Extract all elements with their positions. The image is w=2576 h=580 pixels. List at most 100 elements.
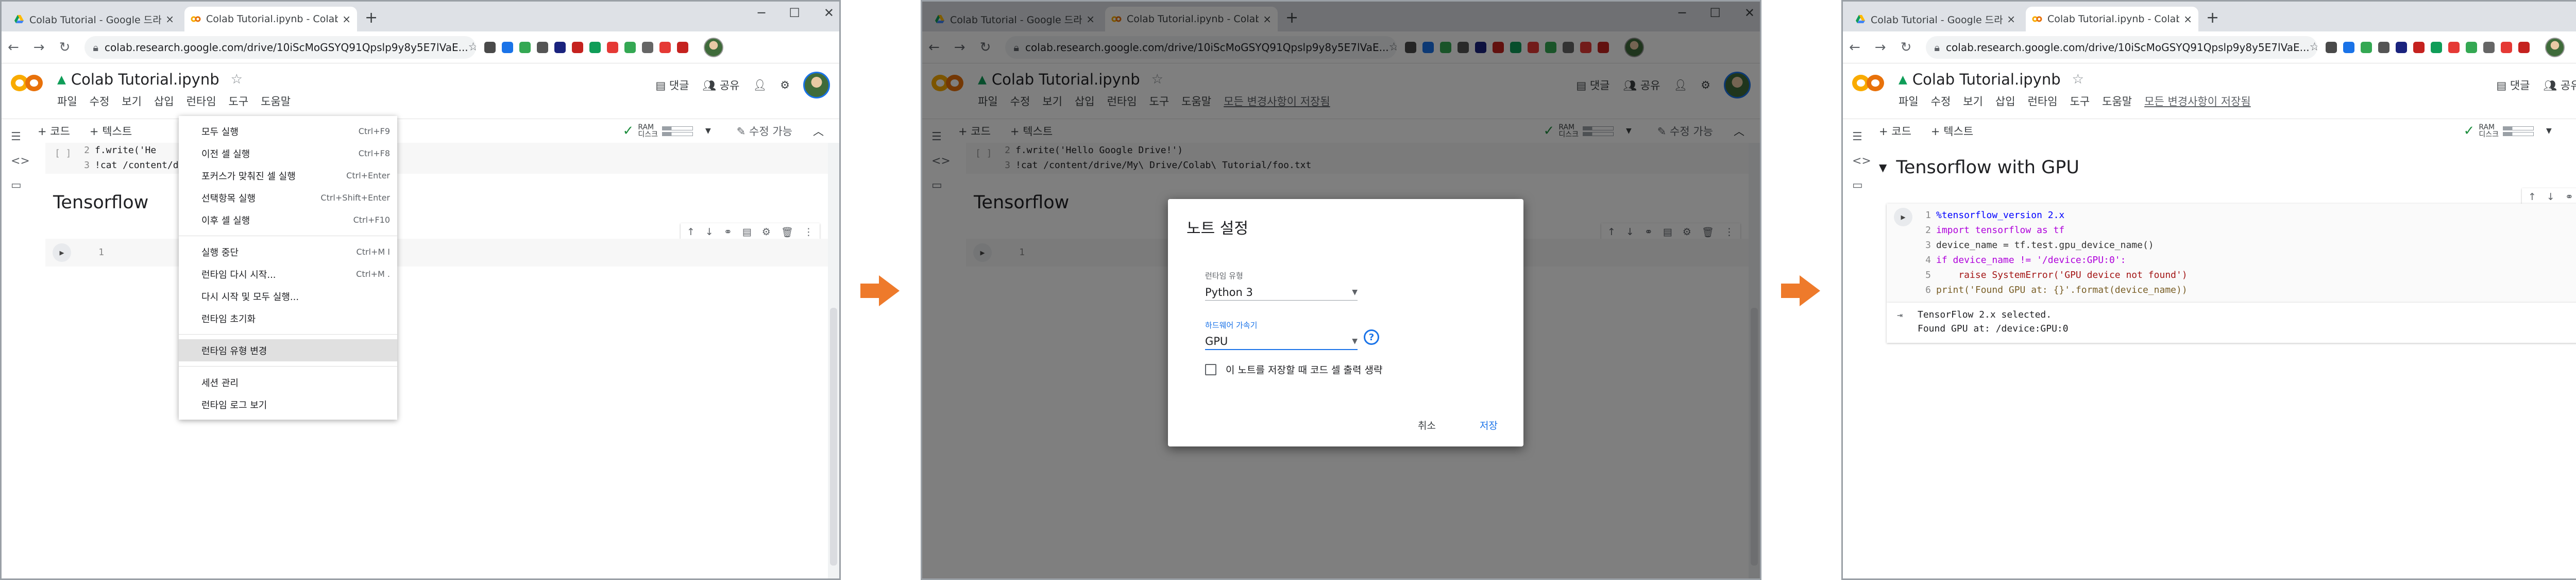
menu-item-factory-reset[interactable]: 런타임 초기화 — [179, 307, 397, 329]
reload-icon[interactable]: ↻ — [1901, 40, 1912, 55]
move-up-icon[interactable]: ↑ — [687, 226, 695, 238]
code-snippets-icon[interactable]: <> — [1852, 155, 1874, 168]
comment-icon[interactable]: ▤ — [742, 226, 752, 238]
maximize-button[interactable]: ☐ — [789, 6, 800, 20]
accelerator-select[interactable]: GPU ▼ — [1205, 334, 1358, 350]
share-button[interactable]: 👥︎ 공유 — [2544, 77, 2576, 93]
forward-icon[interactable]: → — [1875, 40, 1886, 55]
link-icon[interactable]: ⚭ — [724, 226, 732, 238]
play-icon[interactable]: ▶ — [1894, 208, 1912, 226]
menu-item-run-all[interactable]: 모두 실행 Ctrl+F9 — [179, 120, 397, 142]
resource-indicator[interactable]: ✓ RAM디스크 ▼ — [623, 124, 711, 138]
menu-insert[interactable]: 삽입 — [154, 93, 174, 109]
profile-avatar[interactable] — [704, 37, 724, 57]
extension-icon[interactable] — [624, 41, 636, 53]
output-icon[interactable]: ⇥ — [1897, 308, 1903, 323]
close-icon[interactable]: × — [342, 13, 351, 25]
trash-icon[interactable]: 🗑︎ — [781, 226, 793, 238]
extension-icon[interactable] — [2466, 41, 2478, 53]
menu-edit[interactable]: 수정 — [1931, 93, 1951, 109]
menu-file[interactable]: 파일 — [1899, 93, 1919, 109]
extension-icon[interactable] — [537, 41, 549, 53]
browser-tab-drive[interactable]: Colab Tutorial - Google 드라이브× — [8, 7, 180, 31]
menu-help[interactable]: 도움말 — [261, 93, 291, 109]
profile-avatar[interactable] — [2545, 37, 2565, 57]
toc-icon[interactable]: ☰ — [1852, 130, 1874, 143]
save-button[interactable]: 저장 — [1480, 418, 1498, 432]
menu-insert[interactable]: 삽입 — [1995, 93, 2015, 109]
menu-item-change-runtime-type[interactable]: 런타임 유형 변경 — [179, 339, 397, 361]
toc-icon[interactable]: ☰ — [11, 130, 32, 143]
menu-runtime[interactable]: 런타임 — [2028, 93, 2058, 109]
runtime-type-select[interactable]: Python 3 ▼ — [1205, 284, 1358, 301]
comment-button[interactable]: ▤ 댓글 — [2496, 77, 2530, 93]
close-icon[interactable]: × — [2007, 13, 2015, 25]
extension-icon[interactable] — [2343, 41, 2355, 53]
extension-icon[interactable] — [2518, 41, 2530, 53]
add-code-button[interactable]: + 코드 — [1879, 123, 1911, 139]
folder-icon[interactable]: ▭ — [1852, 179, 1874, 192]
add-code-button[interactable]: + 코드 — [38, 123, 70, 139]
add-text-button[interactable]: + 텍스트 — [1931, 123, 1973, 139]
notebook-title-text[interactable]: Colab Tutorial.ipynb — [1912, 71, 2061, 88]
share-button[interactable]: 👥︎ 공유 — [703, 77, 740, 93]
extension-icon[interactable] — [2361, 41, 2372, 53]
play-icon[interactable]: ▶ — [53, 243, 71, 262]
extension-icon[interactable] — [519, 41, 531, 53]
star-icon[interactable]: ☆ — [468, 41, 477, 54]
browser-tab-colab[interactable]: Colab Tutorial.ipynb - Colabora × — [184, 7, 357, 31]
colab-logo[interactable] — [11, 73, 47, 93]
move-down-icon[interactable]: ↓ — [705, 226, 714, 238]
code-snippets-icon[interactable]: <> — [11, 155, 32, 168]
url-bar[interactable]: 🔒︎ colab.research.google.com/drive/10iScM… — [84, 36, 477, 59]
omit-output-checkbox[interactable]: 이 노트를 저장할 때 코드 셀 출력 생략 — [1205, 362, 1382, 376]
gear-icon[interactable]: ⚙ — [762, 226, 771, 238]
menu-item-run-before[interactable]: 이전 셀 실행 Ctrl+F8 — [179, 142, 397, 164]
menu-item-interrupt[interactable]: 실행 중단 Ctrl+M I — [179, 241, 397, 263]
help-icon[interactable]: ? — [1364, 329, 1379, 345]
back-icon[interactable]: ← — [1849, 40, 1860, 55]
avatar[interactable] — [803, 72, 830, 98]
extension-icon[interactable] — [502, 41, 514, 53]
forward-icon[interactable]: → — [33, 40, 45, 55]
extension-icon[interactable] — [484, 41, 496, 53]
empty-code-cell[interactable]: ▶1 — [45, 239, 828, 267]
chevron-up-icon[interactable]: ︿ — [813, 123, 824, 139]
new-tab-button[interactable]: + — [2206, 9, 2219, 27]
minimize-button[interactable]: ─ — [758, 6, 765, 20]
extension-icon[interactable] — [2483, 41, 2495, 53]
notebook-title[interactable]: ▲ Colab Tutorial.ipynb ☆ — [1899, 71, 2084, 88]
menu-view[interactable]: 보기 — [122, 93, 142, 109]
code-cell[interactable]: [ ] 2 f.write('He 3 !cat /content/d — [45, 143, 828, 174]
browser-tab-drive[interactable]: Colab Tutorial - Google 드라이브× — [1849, 7, 2022, 31]
menu-item-view-logs[interactable]: 런타임 로그 보기 — [179, 393, 397, 416]
menu-item-run-selection[interactable]: 선택항목 실행 Ctrl+Shift+Enter — [179, 187, 397, 209]
extension-icon[interactable] — [642, 41, 654, 53]
close-window-button[interactable]: ✕ — [824, 6, 834, 20]
star-icon[interactable]: ☆ — [231, 72, 243, 87]
chevron-down-icon[interactable]: ▼ — [705, 127, 711, 135]
menu-runtime[interactable]: 런타임 — [187, 93, 216, 109]
menu-item-restart[interactable]: 런타임 다시 시작... Ctrl+M . — [179, 263, 397, 285]
menu-file[interactable]: 파일 — [57, 93, 77, 109]
menu-tools[interactable]: 도구 — [2070, 93, 2090, 109]
extension-icon[interactable] — [2501, 41, 2513, 53]
menu-item-manage-sessions[interactable]: 세션 관리 — [179, 371, 397, 393]
folder-icon[interactable]: ▭ — [11, 179, 32, 192]
menu-item-run-after[interactable]: 이후 셀 실행 Ctrl+F10 — [179, 209, 397, 231]
close-icon[interactable]: × — [165, 13, 174, 25]
extension-icon[interactable] — [2326, 41, 2337, 53]
extension-icon[interactable] — [2396, 41, 2408, 53]
back-icon[interactable]: ← — [8, 40, 19, 55]
add-text-button[interactable]: + 텍스트 — [90, 123, 132, 139]
chevron-down-icon[interactable]: ▼ — [2546, 127, 2552, 135]
checkbox-icon[interactable] — [1205, 363, 1216, 375]
new-tab-button[interactable]: + — [365, 9, 378, 27]
extension-icon[interactable] — [2448, 41, 2460, 53]
extension-icon[interactable] — [2413, 41, 2425, 53]
browser-tab-colab[interactable]: Colab Tutorial.ipynb - Colabora × — [2026, 7, 2198, 31]
star-icon[interactable]: ☆ — [2310, 41, 2318, 54]
extension-icon[interactable] — [2431, 41, 2443, 53]
menu-tools[interactable]: 도구 — [229, 93, 249, 109]
edit-mode-button[interactable]: ✎ 수정 가능 — [737, 123, 792, 139]
